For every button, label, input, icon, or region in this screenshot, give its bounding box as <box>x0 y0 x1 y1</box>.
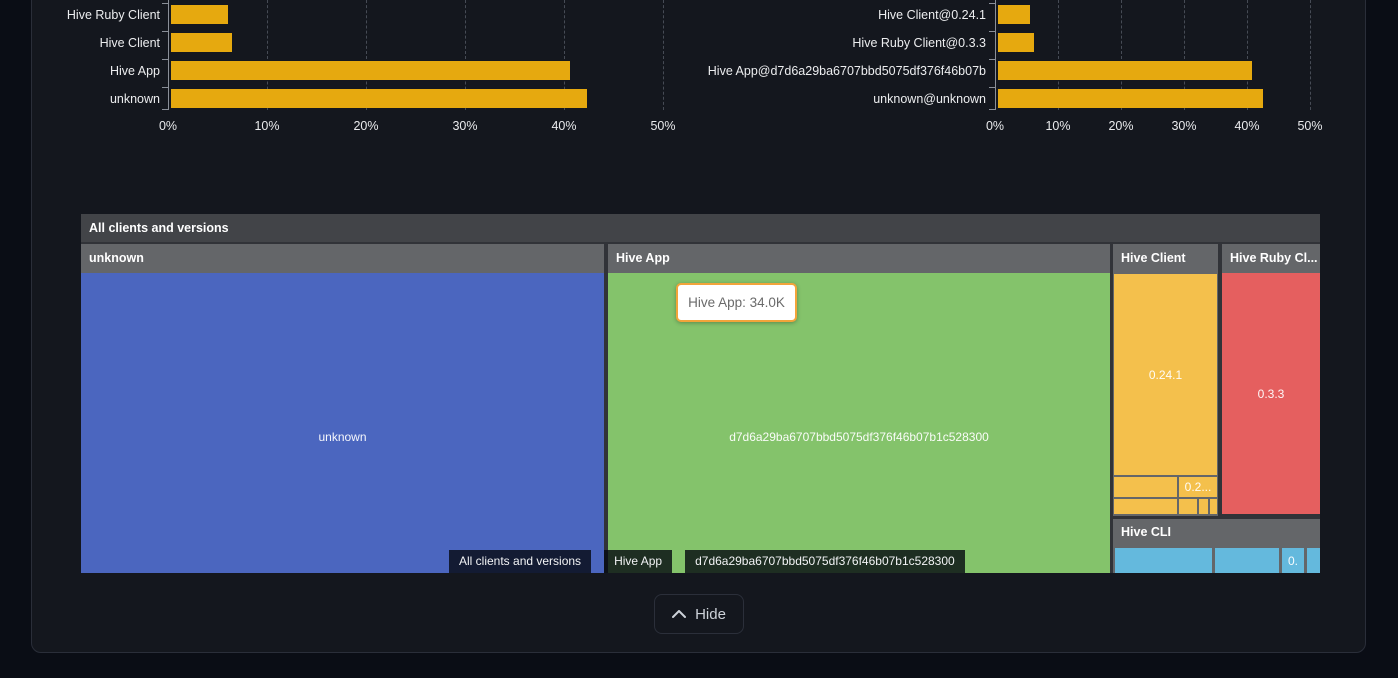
x-tick-label: 30% <box>443 119 487 133</box>
hide-button-label: Hide <box>695 606 726 623</box>
axis-tick <box>162 109 168 110</box>
chevron-right-glyph <box>675 555 682 568</box>
treemap-cell-0[interactable]: 0. <box>1282 548 1304 573</box>
x-tick-label: 20% <box>1099 119 1143 133</box>
axis-tick <box>162 87 168 88</box>
bar-hive-app[interactable] <box>171 61 570 80</box>
treemap-cell-0-2[interactable]: 0.2... <box>1179 477 1217 497</box>
treemap-section-header[interactable]: unknown <box>81 244 604 273</box>
axis-tick <box>989 59 995 60</box>
treemap-cell[interactable] <box>1114 477 1177 497</box>
x-tick-label: 50% <box>641 119 685 133</box>
treemap-section-header[interactable]: Hive App <box>608 244 1110 273</box>
category-label: Hive App <box>0 63 160 79</box>
chevron-right-icon <box>673 550 684 573</box>
treemap: All clients and versions unknown unknown… <box>81 214 1320 573</box>
x-tick-label: 10% <box>245 119 289 133</box>
x-tick-label: 30% <box>1162 119 1206 133</box>
treemap-cell-0-3-3[interactable]: 0.3.3 <box>1222 273 1320 514</box>
x-tick-label: 40% <box>1225 119 1269 133</box>
treemap-section-hive-ruby-client[interactable]: Hive Ruby Cl... 0.3.3 <box>1222 244 1320 514</box>
category-label: unknown <box>0 91 160 107</box>
x-tick-label: 0% <box>973 119 1017 133</box>
treemap-section-hive-client[interactable]: Hive Client 0.24.1 0.2... <box>1113 244 1218 516</box>
treemap-section-header[interactable]: Hive Ruby Cl... <box>1222 244 1320 273</box>
x-tick-label: 50% <box>1288 119 1332 133</box>
gridline <box>1310 0 1311 110</box>
axis-tick <box>989 109 995 110</box>
bar-unknown[interactable] <box>171 89 587 108</box>
category-label: Hive Client@0.24.1 <box>700 7 986 23</box>
bar-hive-app-hash[interactable] <box>998 61 1252 80</box>
axis-tick <box>989 3 995 4</box>
gridline <box>663 0 664 110</box>
bar-hive-client-0-24-1[interactable] <box>998 5 1030 24</box>
chevron-right-glyph <box>594 555 601 568</box>
axis-tick <box>989 87 995 88</box>
bar-hive-client[interactable] <box>171 33 232 52</box>
category-label: Hive Ruby Client <box>0 7 160 23</box>
treemap-section-header[interactable]: Hive Client <box>1113 244 1218 273</box>
treemap-cell-0-23-0[interactable]: 0.23.0 <box>1215 548 1279 573</box>
breadcrumb-item-hive-app[interactable]: Hive App <box>604 550 672 573</box>
bar-unknown-unknown[interactable] <box>998 89 1263 108</box>
x-tick-label: 0% <box>146 119 190 133</box>
axis-tick <box>989 31 995 32</box>
treemap-section-hive-cli[interactable]: Hive CLI 0.23.0 0.23.0 0. <box>1113 519 1320 573</box>
breadcrumb: All clients and versions Hive App d7d6a2… <box>449 550 965 573</box>
category-label: Hive App@d7d6a29ba6707bbd5075df376f46b07… <box>700 63 986 79</box>
y-axis-line <box>168 0 169 110</box>
treemap-cell[interactable] <box>1199 499 1208 514</box>
x-tick-label: 40% <box>542 119 586 133</box>
x-tick-label: 10% <box>1036 119 1080 133</box>
tooltip: Hive App: 34.0K <box>676 283 797 322</box>
category-label: Hive Ruby Client@0.3.3 <box>700 35 986 51</box>
treemap-cell-unknown[interactable]: unknown <box>81 273 604 573</box>
treemap-cell[interactable] <box>1179 499 1197 514</box>
category-label: Hive Client <box>0 35 160 51</box>
breadcrumb-item-root[interactable]: All clients and versions <box>449 550 591 573</box>
category-label: unknown@unknown <box>700 91 986 107</box>
chevron-right-icon <box>592 550 603 573</box>
hide-button[interactable]: Hide <box>654 594 744 634</box>
chevron-up-icon <box>672 610 686 618</box>
y-axis-line <box>995 0 996 110</box>
treemap-cell[interactable] <box>1210 499 1217 514</box>
treemap-cell-0-24-1[interactable]: 0.24.1 <box>1114 274 1217 475</box>
axis-tick <box>162 31 168 32</box>
treemap-cell[interactable] <box>1114 499 1177 514</box>
treemap-cell[interactable] <box>1307 548 1320 573</box>
treemap-root-header[interactable]: All clients and versions <box>81 214 1320 242</box>
breadcrumb-item-hash[interactable]: d7d6a29ba6707bbd5075df376f46b07b1c528300 <box>685 550 965 573</box>
x-tick-label: 20% <box>344 119 388 133</box>
bar-hive-ruby-client[interactable] <box>171 5 228 24</box>
treemap-section-unknown[interactable]: unknown unknown <box>81 244 604 573</box>
axis-tick <box>162 3 168 4</box>
treemap-section-header[interactable]: Hive CLI <box>1113 519 1320 546</box>
bar-hive-ruby-client-0-3-3[interactable] <box>998 33 1034 52</box>
treemap-cell-0-23-0[interactable]: 0.23.0 <box>1115 548 1212 573</box>
tooltip-text: Hive App: 34.0K <box>688 295 785 310</box>
axis-tick <box>162 59 168 60</box>
